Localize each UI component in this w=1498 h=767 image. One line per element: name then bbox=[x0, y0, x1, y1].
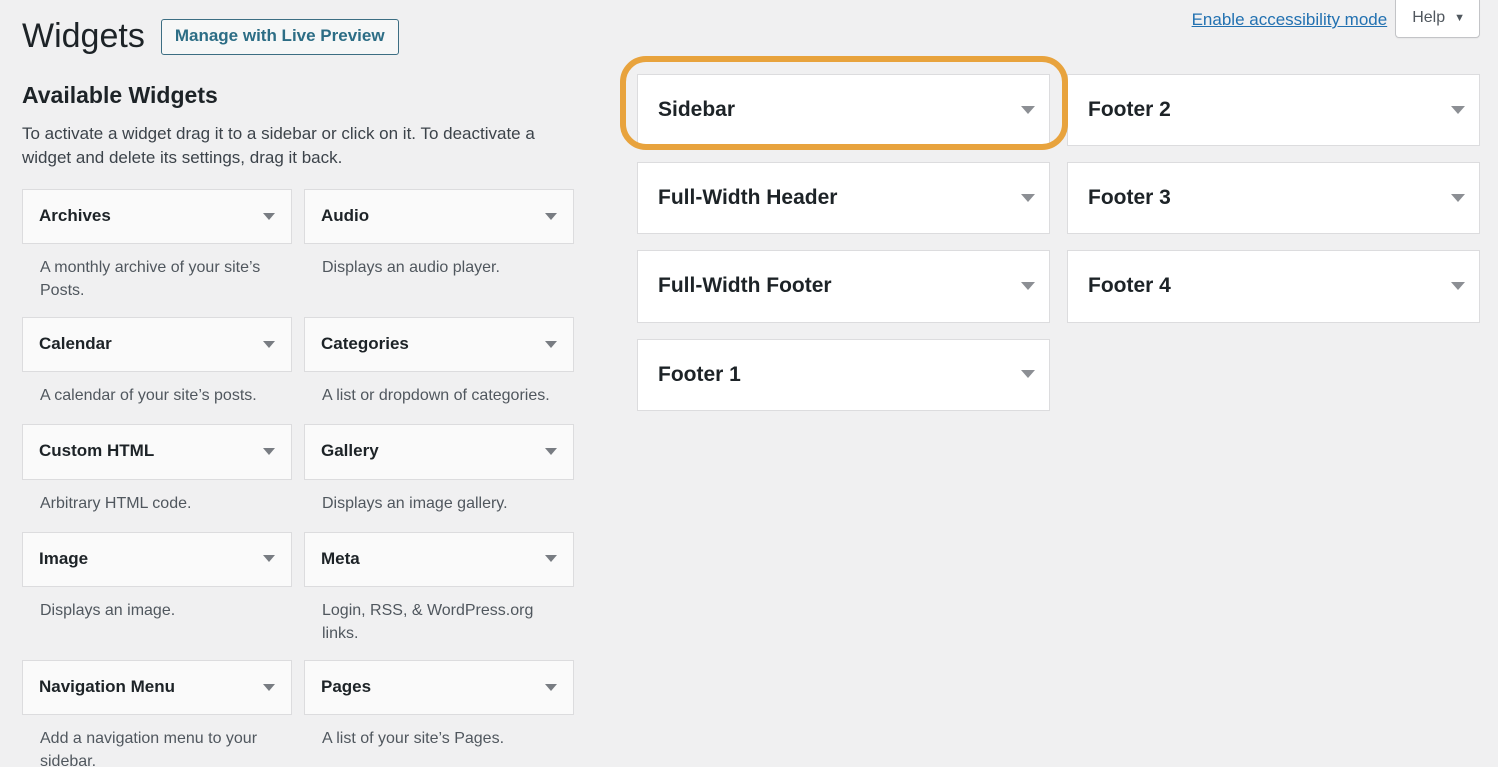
widget-cell: Image Displays an image. bbox=[22, 531, 292, 660]
chevron-down-icon[interactable] bbox=[545, 212, 557, 220]
widget-description: A calendar of your site’s posts. bbox=[40, 387, 257, 405]
available-widgets-section: Available Widgets To activate a widget d… bbox=[22, 82, 584, 767]
enable-accessibility-mode-link[interactable]: Enable accessibility mode bbox=[1192, 0, 1388, 28]
page-title: Widgets bbox=[22, 17, 145, 55]
widget-description: Displays an audio player. bbox=[322, 259, 500, 277]
sidebar-panel-footer-1[interactable]: Footer 1 bbox=[637, 338, 1050, 411]
sidebar-panel-title: Footer 4 bbox=[1088, 274, 1171, 298]
help-tab-button[interactable]: Help ▼ bbox=[1395, 0, 1480, 38]
screen-meta-bar: Enable accessibility mode Help ▼ bbox=[1192, 0, 1480, 38]
widget-cell: Audio Displays an audio player. bbox=[304, 188, 574, 317]
widget-title: Navigation Menu bbox=[39, 676, 176, 696]
chevron-down-icon[interactable] bbox=[263, 448, 275, 456]
chevron-down-icon[interactable] bbox=[263, 212, 275, 220]
widget-cell: Pages A list of your site’s Pages. bbox=[304, 659, 574, 767]
chevron-down-icon[interactable] bbox=[263, 340, 275, 348]
chevron-down-icon[interactable] bbox=[1021, 105, 1035, 114]
available-widget-image[interactable]: Image bbox=[22, 531, 292, 588]
widget-title: Meta bbox=[321, 548, 360, 568]
sidebar-panel-footer-3[interactable]: Footer 3 bbox=[1067, 162, 1480, 235]
chevron-down-icon[interactable] bbox=[545, 340, 557, 348]
available-widgets-description: To activate a widget drag it to a sideba… bbox=[22, 123, 535, 168]
chevron-down-icon: ▼ bbox=[1454, 11, 1465, 24]
widget-title: Custom HTML bbox=[39, 441, 155, 461]
available-widget-meta[interactable]: Meta bbox=[304, 531, 574, 588]
sidebar-panel-title: Full-Width Header bbox=[658, 186, 838, 210]
widget-title: Audio bbox=[321, 205, 370, 225]
available-widget-pages[interactable]: Pages bbox=[304, 659, 574, 716]
sidebar-panel-title: Full-Width Footer bbox=[658, 274, 832, 298]
sidebar-panel-sidebar[interactable]: Sidebar bbox=[637, 74, 1050, 147]
available-widget-categories[interactable]: Categories bbox=[304, 317, 574, 373]
widget-description: A monthly archive of your site’s Posts. bbox=[40, 259, 261, 300]
widget-cell: Categories A list or dropdown of categori… bbox=[304, 317, 574, 424]
widget-cell: Calendar A calendar of your site’s posts. bbox=[22, 317, 292, 424]
available-widget-custom-html[interactable]: Custom HTML bbox=[22, 424, 292, 480]
widget-description: A list or dropdown of categories. bbox=[322, 387, 550, 405]
widget-description: Displays an image gallery. bbox=[322, 494, 508, 512]
available-widget-audio[interactable]: Audio bbox=[304, 188, 574, 245]
widget-title: Calendar bbox=[39, 334, 112, 354]
chevron-down-icon[interactable] bbox=[263, 555, 275, 563]
sidebars-area: Sidebar Full-Width Header Full-Width Foote… bbox=[637, 74, 1482, 427]
available-widget-gallery[interactable]: Gallery bbox=[304, 424, 574, 480]
widget-title: Archives bbox=[39, 205, 111, 225]
widget-cell: Archives A monthly archive of your site’s… bbox=[22, 188, 292, 317]
help-tab-label: Help bbox=[1412, 9, 1446, 26]
chevron-down-icon[interactable] bbox=[1021, 193, 1035, 202]
widget-title: Gallery bbox=[321, 441, 379, 461]
chevron-down-icon[interactable] bbox=[1451, 193, 1465, 202]
sidebar-panel-full-width-footer[interactable]: Full-Width Footer bbox=[637, 250, 1050, 323]
sidebar-panel-title: Footer 2 bbox=[1088, 98, 1171, 121]
widget-description: Add a navigation menu to your sidebar. bbox=[40, 730, 258, 767]
widget-cell: Navigation Menu Add a navigation menu to … bbox=[22, 659, 292, 767]
available-widget-archives[interactable]: Archives bbox=[22, 188, 292, 245]
chevron-down-icon[interactable] bbox=[1451, 105, 1465, 114]
chevron-down-icon[interactable] bbox=[545, 683, 557, 691]
widget-description: A list of your site’s Pages. bbox=[322, 730, 505, 748]
sidebar-panel-footer-4[interactable]: Footer 4 bbox=[1067, 250, 1480, 323]
available-widget-navigation-menu[interactable]: Navigation Menu bbox=[22, 659, 292, 716]
sidebar-panel-title: Sidebar bbox=[658, 98, 736, 121]
sidebar-column-right: Footer 2 Footer 3 Footer 4 bbox=[1067, 74, 1480, 427]
widget-title: Categories bbox=[321, 334, 409, 354]
sidebar-panel-footer-2[interactable]: Footer 2 bbox=[1067, 74, 1480, 147]
chevron-down-icon[interactable] bbox=[545, 448, 557, 456]
widget-cell: Meta Login, RSS, & WordPress.org links. bbox=[304, 531, 574, 660]
widget-description: Login, RSS, & WordPress.org links. bbox=[322, 602, 534, 643]
chevron-down-icon[interactable] bbox=[545, 555, 557, 563]
available-widgets-grid: Archives A monthly archive of your site’s… bbox=[22, 188, 584, 767]
sidebar-column-left: Sidebar Full-Width Header Full-Width Foote… bbox=[637, 74, 1050, 427]
sidebar-panel-title: Footer 1 bbox=[658, 362, 741, 386]
manage-with-live-preview-button[interactable]: Manage with Live Preview bbox=[160, 18, 399, 55]
widget-title: Image bbox=[39, 548, 89, 568]
chevron-down-icon[interactable] bbox=[1021, 370, 1035, 379]
page-header: Widgets Manage with Live Preview bbox=[22, 17, 399, 55]
chevron-down-icon[interactable] bbox=[1451, 281, 1465, 290]
available-widgets-title: Available Widgets bbox=[22, 82, 218, 108]
available-widget-calendar[interactable]: Calendar bbox=[22, 317, 292, 373]
widget-description: Arbitrary HTML code. bbox=[40, 494, 192, 512]
widget-description: Displays an image. bbox=[40, 602, 176, 620]
widget-cell: Custom HTML Arbitrary HTML code. bbox=[22, 424, 292, 531]
sidebar-panel-title: Footer 3 bbox=[1088, 186, 1171, 210]
widget-title: Pages bbox=[321, 676, 372, 696]
chevron-down-icon[interactable] bbox=[1021, 281, 1035, 290]
chevron-down-icon[interactable] bbox=[263, 683, 275, 691]
widget-cell: Gallery Displays an image gallery. bbox=[304, 424, 574, 531]
sidebar-panel-full-width-header[interactable]: Full-Width Header bbox=[637, 162, 1050, 235]
